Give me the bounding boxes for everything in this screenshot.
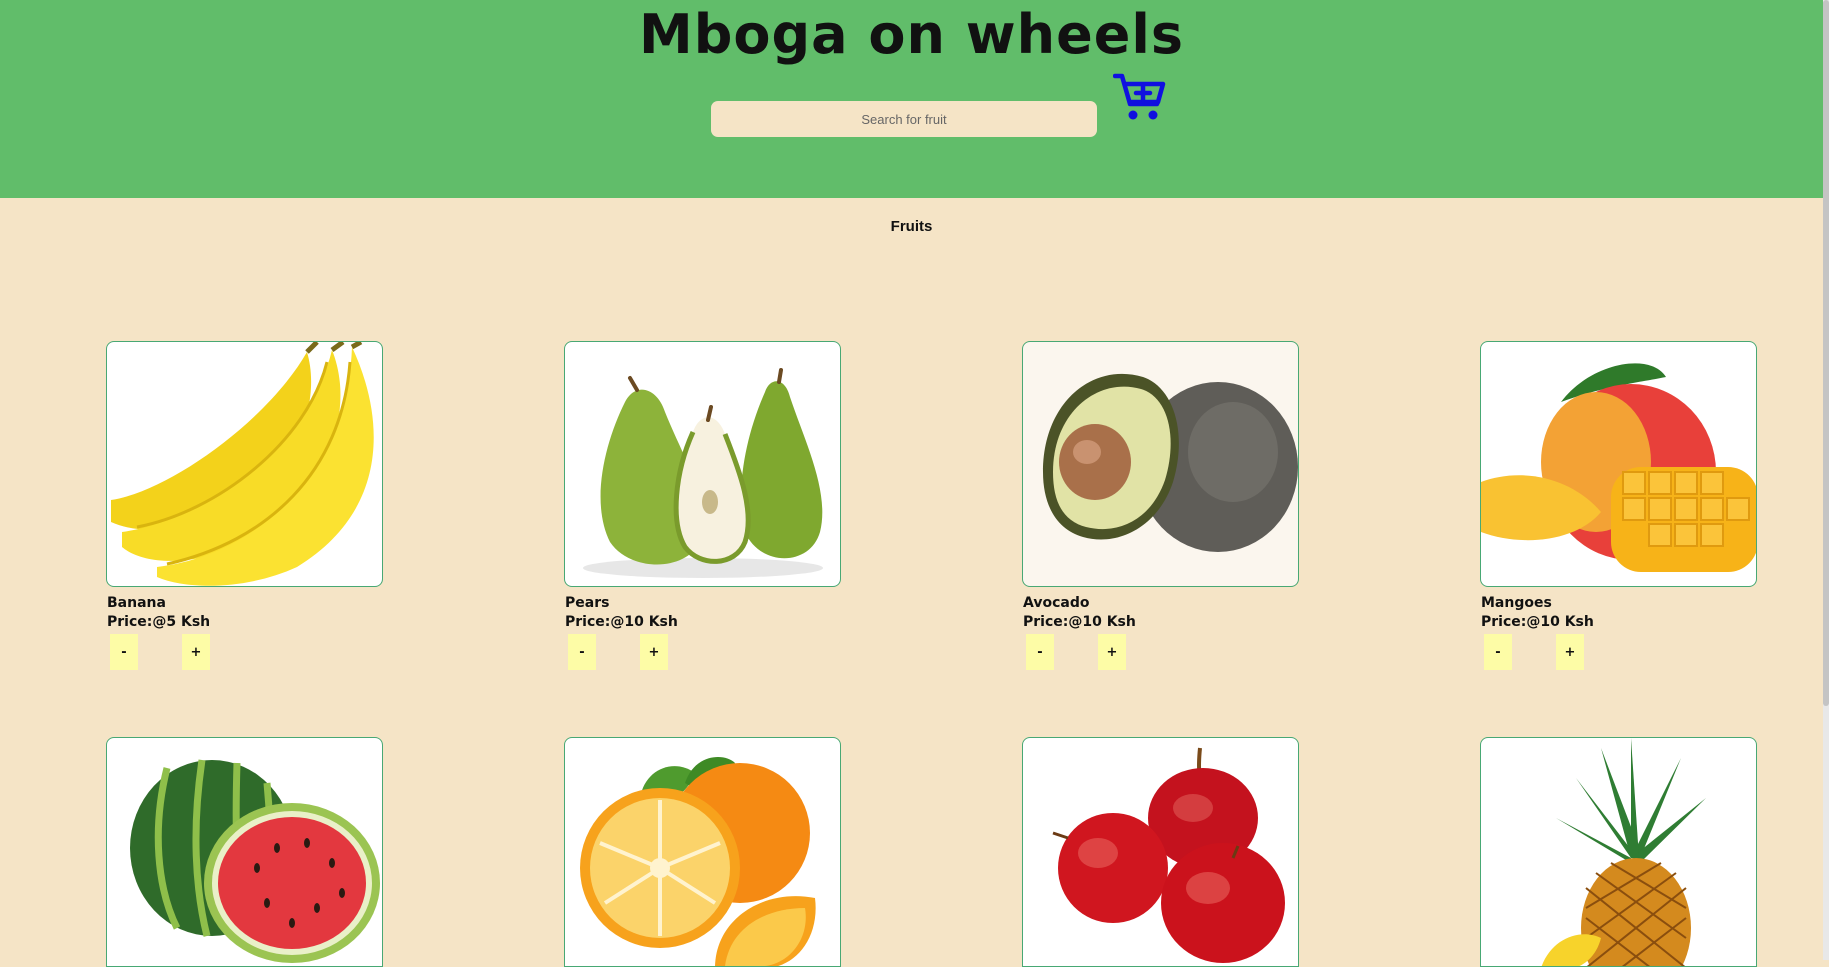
- section-title: Fruits: [890, 218, 933, 235]
- increase-quantity-button[interactable]: +: [182, 634, 210, 670]
- mangoes-image: [1480, 341, 1757, 587]
- product-card-pineapple: [1480, 737, 1757, 967]
- quantity-stepper: - +: [1022, 634, 1299, 674]
- decrease-quantity-button[interactable]: -: [110, 634, 138, 670]
- quantity-value: [1512, 634, 1556, 670]
- product-card-avocado: Avocado Price:@10 Ksh - +: [1022, 341, 1299, 674]
- increase-quantity-button[interactable]: +: [640, 634, 668, 670]
- product-name: Banana: [107, 595, 166, 611]
- decrease-quantity-button[interactable]: -: [568, 634, 596, 670]
- product-price: Price:@10 Ksh: [1481, 614, 1594, 630]
- product-card-mangoes: Mangoes Price:@10 Ksh - +: [1480, 341, 1757, 674]
- product-card-watermelon: [106, 737, 383, 967]
- product-price: Price:@10 Ksh: [1023, 614, 1136, 630]
- product-name: Mangoes: [1481, 595, 1552, 611]
- quantity-stepper: - +: [1480, 634, 1757, 674]
- increase-quantity-button[interactable]: +: [1556, 634, 1584, 670]
- product-price: Price:@10 Ksh: [565, 614, 678, 630]
- quantity-value: [138, 634, 182, 670]
- product-card-banana: Banana Price:@5 Ksh - +: [106, 341, 383, 674]
- watermelon-image: [106, 737, 383, 967]
- pineapple-image: [1480, 737, 1757, 967]
- orange-image: [564, 737, 841, 967]
- site-header: Mboga on wheels: [0, 0, 1823, 198]
- add-to-cart-icon[interactable]: [1113, 72, 1168, 122]
- quantity-value: [1054, 634, 1098, 670]
- product-name: Pears: [565, 595, 610, 611]
- pears-image: [564, 341, 841, 587]
- quantity-stepper: - +: [106, 634, 383, 674]
- quantity-stepper: - +: [564, 634, 841, 674]
- apple-image: [1022, 737, 1299, 967]
- site-title: Mboga on wheels: [639, 3, 1184, 66]
- increase-quantity-button[interactable]: +: [1098, 634, 1126, 670]
- banana-image: [106, 341, 383, 587]
- scrollbar-thumb[interactable]: [1823, 0, 1829, 706]
- product-price: Price:@5 Ksh: [107, 614, 211, 630]
- avocado-image: [1022, 341, 1299, 587]
- decrease-quantity-button[interactable]: -: [1026, 634, 1054, 670]
- search-input[interactable]: [711, 101, 1097, 137]
- product-card-orange: [564, 737, 841, 967]
- quantity-value: [596, 634, 640, 670]
- product-card-pears: Pears Price:@10 Ksh - +: [564, 341, 841, 674]
- decrease-quantity-button[interactable]: -: [1484, 634, 1512, 670]
- product-name: Avocado: [1023, 595, 1090, 611]
- product-card-apple: [1022, 737, 1299, 967]
